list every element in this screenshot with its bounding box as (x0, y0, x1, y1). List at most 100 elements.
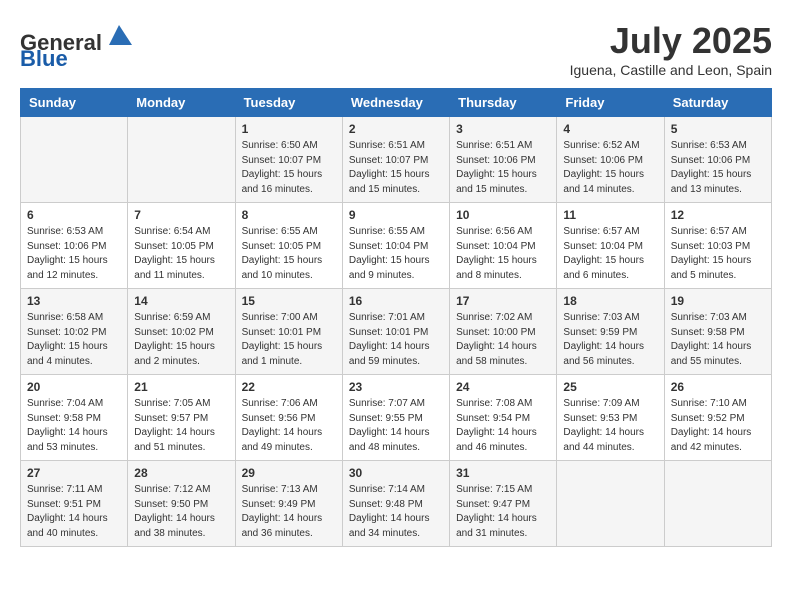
day-number: 14 (134, 294, 228, 308)
day-number: 20 (27, 380, 121, 394)
calendar-cell: 8 Sunrise: 6:55 AM Sunset: 10:05 PM Dayli… (235, 203, 342, 289)
day-info: Sunrise: 6:53 AM Sunset: 10:06 PM Daylig… (27, 225, 121, 283)
col-saturday: Saturday (664, 89, 771, 117)
calendar-cell: 21Sunrise: 7:05 AM Sunset: 9:57 PM Dayli… (128, 375, 235, 461)
day-info: Sunrise: 6:54 AM Sunset: 10:05 PM Daylig… (134, 225, 228, 283)
calendar-cell: 27 Sunrise: 7:11 AM Sunset: 9:51 PM Dayli… (21, 461, 128, 547)
calendar-cell: 1 Sunrise: 6:50 AM Sunset: 10:07 PM Dayli… (235, 117, 342, 203)
day-number: 6 (27, 208, 121, 222)
calendar-cell: 26 Sunrise: 7:10 AM Sunset: 9:52 PM Dayli… (664, 375, 771, 461)
day-info: Sunrise: 7:12 AM Sunset: 9:50 PM Dayligh… (134, 483, 228, 541)
logo: General Blue (20, 20, 134, 71)
calendar-week-4: 20 Sunrise: 7:04 AM Sunset: 9:58 PM Dayli… (21, 375, 772, 461)
calendar-cell: 4 Sunrise: 6:52 AM Sunset: 10:06 PM Dayli… (557, 117, 664, 203)
calendar-body: 1 Sunrise: 6:50 AM Sunset: 10:07 PM Dayli… (21, 117, 772, 547)
day-number: 1 (242, 122, 336, 136)
day-number: 15 (242, 294, 336, 308)
day-info: Sunrise: 7:15 AM Sunset: 9:47 PM Dayligh… (456, 483, 550, 541)
day-number: 18 (563, 294, 657, 308)
day-info: Sunrise: 7:04 AM Sunset: 9:58 PM Dayligh… (27, 397, 121, 455)
calendar-cell (557, 461, 664, 547)
logo-icon (104, 20, 134, 50)
day-number: 4 (563, 122, 657, 136)
col-friday: Friday (557, 89, 664, 117)
day-info: Sunrise: 7:11 AM Sunset: 9:51 PM Dayligh… (27, 483, 121, 541)
calendar-cell: 15 Sunrise: 7:00 AM Sunset: 10:01 PM Dayl… (235, 289, 342, 375)
day-info: Sunrise: 6:57 AM Sunset: 10:03 PM Daylig… (671, 225, 765, 283)
day-info: Sunrise: 6:51 AM Sunset: 10:07 PM Daylig… (349, 139, 443, 197)
col-tuesday: Tuesday (235, 89, 342, 117)
day-number: 28 (134, 466, 228, 480)
calendar-week-5: 27 Sunrise: 7:11 AM Sunset: 9:51 PM Dayli… (21, 461, 772, 547)
calendar-cell: 14 Sunrise: 6:59 AM Sunset: 10:02 PM Dayl… (128, 289, 235, 375)
calendar-cell: 2 Sunrise: 6:51 AM Sunset: 10:07 PM Dayli… (342, 117, 449, 203)
day-info: Sunrise: 7:07 AM Sunset: 9:55 PM Dayligh… (349, 397, 443, 455)
calendar-cell: 22 Sunrise: 7:06 AM Sunset: 9:56 PM Dayli… (235, 375, 342, 461)
day-number: 26 (671, 380, 765, 394)
calendar-cell: 19 Sunrise: 7:03 AM Sunset: 9:58 PM Dayli… (664, 289, 771, 375)
calendar-cell (21, 117, 128, 203)
day-number: 22 (242, 380, 336, 394)
day-number: 3 (456, 122, 550, 136)
calendar-table: Sunday Monday Tuesday Wednesday Thursday… (20, 88, 772, 547)
day-number: 10 (456, 208, 550, 222)
day-number: 11 (563, 208, 657, 222)
day-info: Sunrise: 7:13 AM Sunset: 9:49 PM Dayligh… (242, 483, 336, 541)
calendar-cell: 18 Sunrise: 7:03 AM Sunset: 9:59 PM Dayli… (557, 289, 664, 375)
calendar-cell: 5 Sunrise: 6:53 AM Sunset: 10:06 PM Dayli… (664, 117, 771, 203)
day-info: Sunrise: 7:03 AM Sunset: 9:59 PM Dayligh… (563, 311, 657, 369)
day-number: 13 (27, 294, 121, 308)
day-info: Sunrise: 6:59 AM Sunset: 10:02 PM Daylig… (134, 311, 228, 369)
day-number: 8 (242, 208, 336, 222)
calendar-header: Sunday Monday Tuesday Wednesday Thursday… (21, 89, 772, 117)
calendar-week-3: 13 Sunrise: 6:58 AM Sunset: 10:02 PM Dayl… (21, 289, 772, 375)
day-info: Sunrise: 7:06 AM Sunset: 9:56 PM Dayligh… (242, 397, 336, 455)
day-number: 29 (242, 466, 336, 480)
day-info: Sunrise: 6:55 AM Sunset: 10:05 PM Daylig… (242, 225, 336, 283)
calendar-cell (128, 117, 235, 203)
title-block: July 2025 Iguena, Castille and Leon, Spa… (570, 20, 772, 78)
day-number: 24 (456, 380, 550, 394)
calendar-cell: 6 Sunrise: 6:53 AM Sunset: 10:06 PM Dayli… (21, 203, 128, 289)
day-number: 9 (349, 208, 443, 222)
day-number: 19 (671, 294, 765, 308)
col-sunday: Sunday (21, 89, 128, 117)
calendar-cell: 17Sunrise: 7:02 AM Sunset: 10:00 PM Dayl… (450, 289, 557, 375)
day-info: Sunrise: 6:58 AM Sunset: 10:02 PM Daylig… (27, 311, 121, 369)
calendar-cell: 10 Sunrise: 6:56 AM Sunset: 10:04 PM Dayl… (450, 203, 557, 289)
day-info: Sunrise: 7:10 AM Sunset: 9:52 PM Dayligh… (671, 397, 765, 455)
day-number: 5 (671, 122, 765, 136)
day-info: Sunrise: 6:53 AM Sunset: 10:06 PM Daylig… (671, 139, 765, 197)
day-info: Sunrise: 7:02 AM Sunset: 10:00 PM Daylig… (456, 311, 550, 369)
day-info: Sunrise: 7:05 AM Sunset: 9:57 PM Dayligh… (134, 397, 228, 455)
day-number: 23 (349, 380, 443, 394)
day-number: 2 (349, 122, 443, 136)
day-info: Sunrise: 6:50 AM Sunset: 10:07 PM Daylig… (242, 139, 336, 197)
day-info: Sunrise: 6:55 AM Sunset: 10:04 PM Daylig… (349, 225, 443, 283)
calendar-cell: 16Sunrise: 7:01 AM Sunset: 10:01 PM Dayl… (342, 289, 449, 375)
day-info: Sunrise: 6:52 AM Sunset: 10:06 PM Daylig… (563, 139, 657, 197)
day-number: 7 (134, 208, 228, 222)
day-info: Sunrise: 7:08 AM Sunset: 9:54 PM Dayligh… (456, 397, 550, 455)
logo-blue-text: Blue (20, 46, 68, 71)
day-info: Sunrise: 7:00 AM Sunset: 10:01 PM Daylig… (242, 311, 336, 369)
calendar-cell: 29 Sunrise: 7:13 AM Sunset: 9:49 PM Dayli… (235, 461, 342, 547)
day-number: 16 (349, 294, 443, 308)
calendar-cell: 9 Sunrise: 6:55 AM Sunset: 10:04 PM Dayli… (342, 203, 449, 289)
calendar-cell: 24 Sunrise: 7:08 AM Sunset: 9:54 PM Dayli… (450, 375, 557, 461)
day-number: 31 (456, 466, 550, 480)
col-monday: Monday (128, 89, 235, 117)
col-thursday: Thursday (450, 89, 557, 117)
calendar-week-2: 6 Sunrise: 6:53 AM Sunset: 10:06 PM Dayli… (21, 203, 772, 289)
day-info: Sunrise: 6:56 AM Sunset: 10:04 PM Daylig… (456, 225, 550, 283)
calendar-cell: 12Sunrise: 6:57 AM Sunset: 10:03 PM Dayl… (664, 203, 771, 289)
location: Iguena, Castille and Leon, Spain (570, 62, 772, 78)
day-number: 27 (27, 466, 121, 480)
day-info: Sunrise: 7:03 AM Sunset: 9:58 PM Dayligh… (671, 311, 765, 369)
page-header: General Blue July 2025 Iguena, Castille … (20, 20, 772, 78)
calendar-cell: 20 Sunrise: 7:04 AM Sunset: 9:58 PM Dayli… (21, 375, 128, 461)
calendar-cell: 31 Sunrise: 7:15 AM Sunset: 9:47 PM Dayli… (450, 461, 557, 547)
day-info: Sunrise: 6:57 AM Sunset: 10:04 PM Daylig… (563, 225, 657, 283)
calendar-cell: 23 Sunrise: 7:07 AM Sunset: 9:55 PM Dayli… (342, 375, 449, 461)
month-title: July 2025 (570, 20, 772, 62)
